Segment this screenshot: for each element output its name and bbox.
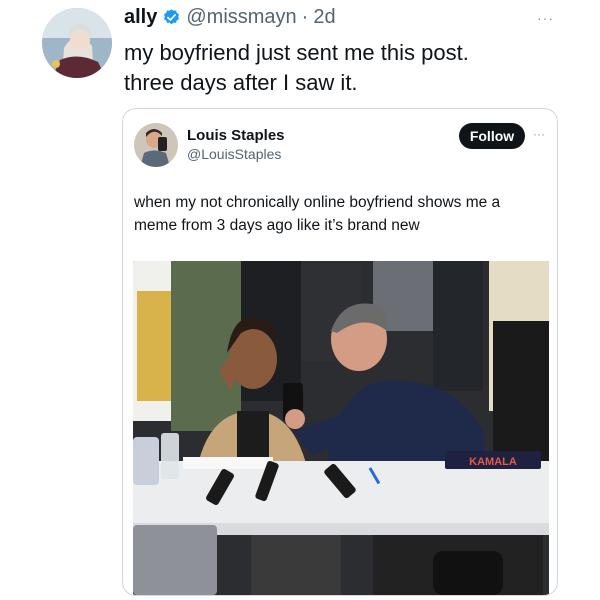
quoted-photo[interactable]: KAMALA: [133, 261, 549, 595]
quoted-text-line: when my not chronically online boyfriend…: [134, 194, 501, 211]
more-dots-icon[interactable]: ···: [533, 127, 545, 141]
quoted-author-handle[interactable]: @LouisStaples: [187, 146, 281, 162]
tweet-text-line: three days after I saw it.: [124, 70, 358, 95]
quoted-author-avatar[interactable]: [134, 123, 178, 167]
quoted-tweet-text: when my not chronically online boyfriend…: [134, 191, 544, 237]
tweet-text: my boyfriend just sent me this post. thr…: [124, 38, 564, 98]
tweet-text-line: my boyfriend just sent me this post.: [124, 40, 469, 65]
nameplate-text: KAMALA: [469, 456, 517, 468]
author-handle[interactable]: @missmayn: [186, 6, 296, 29]
more-dots-icon[interactable]: ···: [537, 10, 554, 26]
quoted-tweet[interactable]: Louis Staples @LouisStaples Follow ··· w…: [122, 108, 558, 596]
tweet-time[interactable]: 2d: [313, 6, 335, 29]
separator-dot: ·: [301, 6, 309, 28]
tweet-card: ally @missmayn · 2d ··· my boyfriend jus…: [0, 0, 600, 600]
author-avatar[interactable]: [42, 8, 112, 78]
tweet-header: ally @missmayn · 2d: [124, 6, 336, 29]
follow-button[interactable]: Follow: [459, 123, 525, 149]
verified-badge-icon: [162, 8, 181, 27]
quoted-author-name[interactable]: Louis Staples: [187, 127, 285, 144]
author-name[interactable]: ally: [124, 6, 157, 29]
quoted-text-line: meme from 3 days ago like it’s brand new: [134, 217, 420, 234]
